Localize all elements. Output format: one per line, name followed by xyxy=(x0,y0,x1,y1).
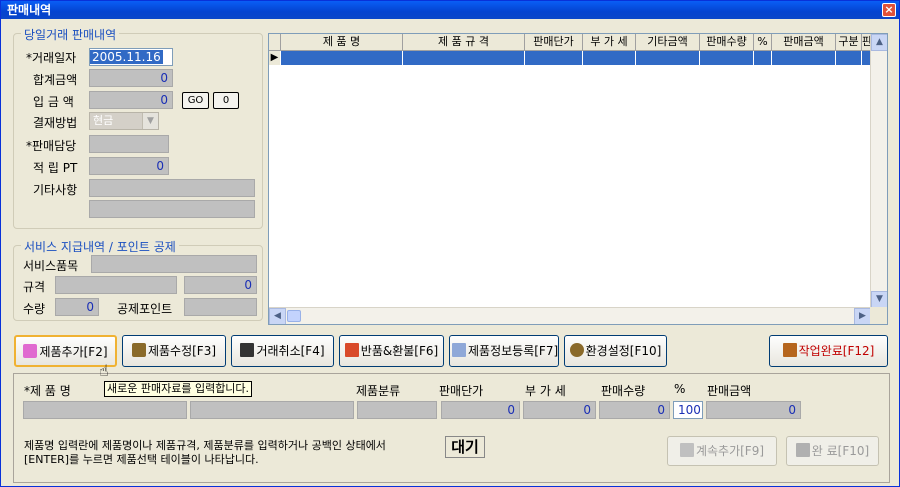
go-button[interactable]: GO xyxy=(182,92,209,109)
entry-amount-field: 0 xyxy=(706,401,801,419)
deduct-points-field xyxy=(184,298,257,316)
window-title: 판매내역 xyxy=(7,3,52,17)
entry-vat-label: 부 가 세 xyxy=(525,384,566,398)
settings-button[interactable]: 환경설정[F10] xyxy=(564,335,667,367)
add-product-icon xyxy=(23,344,38,358)
cancel-trade-button[interactable]: 거래취소[F4] xyxy=(231,335,334,367)
vertical-scrollbar[interactable]: ▲ ▼ xyxy=(870,34,887,308)
refund-icon xyxy=(344,343,359,357)
col-product-name[interactable]: 제 품 명 xyxy=(281,34,403,51)
entry-qty-field[interactable]: 0 xyxy=(599,401,670,419)
spec-value-field: 0 xyxy=(184,276,257,294)
col-category[interactable]: 구분 xyxy=(836,34,862,51)
total-amount-field: 0 xyxy=(89,69,173,87)
service-group-title: 서비스 지급내역 / 포인트 공제 xyxy=(21,238,179,255)
col-vat[interactable]: 부 가 세 xyxy=(583,34,636,51)
entry-price-field[interactable]: 0 xyxy=(441,401,520,419)
sales-staff-field[interactable] xyxy=(89,135,169,153)
grid-indicator-header xyxy=(269,34,281,51)
deduct-points-label: 공제포인트 xyxy=(117,302,173,316)
entry-product-spec-input[interactable] xyxy=(190,401,354,419)
col-percent[interactable]: % xyxy=(754,34,772,51)
payment-method-select[interactable]: 현금 ▼ xyxy=(89,112,159,130)
register-product-button[interactable]: 제품정보등록[F7] xyxy=(449,335,559,367)
notes-label: 기타사항 xyxy=(33,183,78,197)
scroll-down-icon[interactable]: ▼ xyxy=(871,291,887,308)
table-row[interactable]: ▶ xyxy=(269,51,871,65)
sales-group-title: 당일거래 판매내역 xyxy=(21,26,120,43)
points-label: 적 립 PT xyxy=(33,161,78,175)
service-item-field[interactable] xyxy=(91,255,257,273)
continue-add-button[interactable]: 계속추가[F9] xyxy=(667,436,777,466)
col-sales-amount[interactable]: 판매금액 xyxy=(772,34,836,51)
grid-header: 제 품 명 제 품 규 격 판매단가 부 가 세 기타금액 판매수량 % 판매금… xyxy=(269,34,871,51)
status-indicator: 대기 xyxy=(445,436,485,458)
entry-amount-label: 판매금액 xyxy=(707,384,752,398)
payment-method-label: 결재방법 xyxy=(33,116,78,130)
entry-product-name-input[interactable] xyxy=(23,401,187,419)
gear-icon xyxy=(569,343,584,357)
horizontal-scroll-thumb[interactable] xyxy=(287,310,301,322)
chevron-down-icon: ▼ xyxy=(142,113,158,129)
row-pointer-icon: ▶ xyxy=(269,51,281,65)
col-unit-price[interactable]: 판매단가 xyxy=(525,34,583,51)
entry-percent-field[interactable]: 100 xyxy=(673,401,703,419)
scroll-up-icon[interactable]: ▲ xyxy=(871,34,887,51)
door-icon xyxy=(782,343,797,357)
col-other-amount[interactable]: 기타금액 xyxy=(636,34,700,51)
list-add-icon xyxy=(679,443,694,457)
document-icon xyxy=(452,343,466,357)
trade-date-label: *거래일자 xyxy=(26,51,77,65)
total-amount-label: 합계금액 xyxy=(33,73,78,87)
deposit-label: 입 금 액 xyxy=(33,95,74,109)
col-product-spec[interactable]: 제 품 규 격 xyxy=(403,34,525,51)
hint-line-1: 제품명 입력란에 제품명이나 제품규격, 제품분류를 입력하거나 공백인 상태에… xyxy=(24,439,386,452)
entry-price-label: 판매단가 xyxy=(439,384,484,398)
qty-field[interactable]: 0 xyxy=(55,298,99,316)
sales-window: 판매내역 × 당일거래 판매내역 *거래일자 2005.11.16 합계금액 0… xyxy=(0,0,900,487)
hint-line-2: [ENTER]를 누르면 제품선택 테이블이 나타납니다. xyxy=(24,453,259,466)
notes-field-1[interactable] xyxy=(89,179,255,197)
spec-field xyxy=(55,276,177,294)
door-icon xyxy=(795,443,810,457)
title-bar: 판매내역 × xyxy=(1,1,899,19)
entry-percent-label: % xyxy=(674,382,686,396)
pointer-cursor-icon: ☝ xyxy=(99,361,109,380)
payment-method-value: 현금 xyxy=(93,114,114,127)
entry-category-label: 제품분류 xyxy=(356,384,401,398)
points-field: 0 xyxy=(89,157,169,175)
entry-product-name-label: *제 품 명 xyxy=(24,384,71,398)
zero-button[interactable]: 0 xyxy=(213,92,239,109)
tools-icon xyxy=(131,343,146,357)
qty-label: 수량 xyxy=(23,302,46,316)
trade-date-value: 2005.11.16 xyxy=(90,50,163,64)
entry-qty-label: 판매수량 xyxy=(601,384,646,398)
scroll-right-icon[interactable]: ▶ xyxy=(854,308,871,324)
col-sales-qty[interactable]: 판매수량 xyxy=(700,34,754,51)
sales-staff-label: *판매담당 xyxy=(26,139,77,153)
deposit-field[interactable]: 0 xyxy=(89,91,173,109)
finish-work-button[interactable]: 작업완료[F12] xyxy=(769,335,888,367)
scroll-corner xyxy=(870,307,887,324)
spec-label: 규격 xyxy=(23,280,46,294)
entry-vat-field[interactable]: 0 xyxy=(523,401,596,419)
save-icon xyxy=(240,343,255,357)
horizontal-scrollbar[interactable]: ◀ ▶ xyxy=(269,307,871,324)
notes-field-2[interactable] xyxy=(89,200,255,218)
edit-product-button[interactable]: 제품수정[F3] xyxy=(122,335,226,367)
service-item-label: 서비스품목 xyxy=(23,259,79,273)
scroll-left-icon[interactable]: ◀ xyxy=(269,308,286,324)
close-icon[interactable]: × xyxy=(882,3,896,17)
add-product-tooltip: 새로운 판매자료를 입력합니다. xyxy=(104,381,253,397)
trade-date-input[interactable]: 2005.11.16 xyxy=(89,48,173,66)
sales-grid[interactable]: 제 품 명 제 품 규 격 판매단가 부 가 세 기타금액 판매수량 % 판매금… xyxy=(268,33,888,325)
done-button[interactable]: 완 료[F10] xyxy=(786,436,879,466)
return-refund-button[interactable]: 반품&환불[F6] xyxy=(339,335,444,367)
entry-category-input[interactable] xyxy=(357,401,437,419)
